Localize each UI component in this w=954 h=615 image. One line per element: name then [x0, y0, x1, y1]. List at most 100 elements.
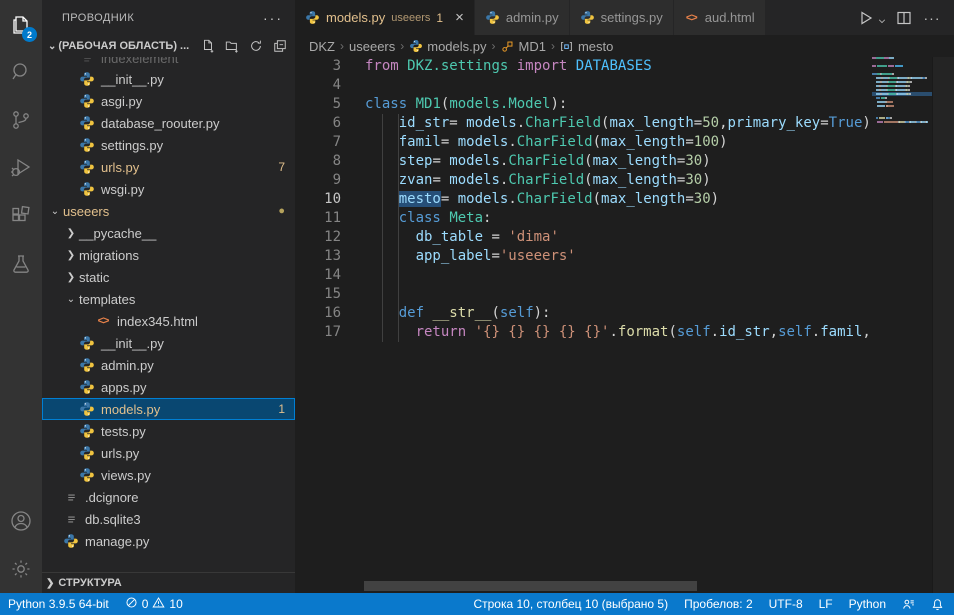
line-number: 15 [295, 285, 341, 304]
code-line-11[interactable]: 11 class Meta: [295, 209, 932, 228]
tree-item-wsgi-py[interactable]: wsgi.py [42, 178, 295, 200]
file-tree: indexelement __init__.py asgi.pydatabase_r… [42, 57, 295, 552]
tree-item-label: __init__.py [101, 72, 164, 87]
tree-folder--pycache-[interactable]: ❯__pycache__ [42, 222, 295, 244]
chevron-right-icon: ❯ [63, 228, 79, 239]
gear-icon [9, 557, 33, 581]
more-actions-button[interactable]: ··· [920, 6, 944, 30]
code-line-7[interactable]: 7 famil= models.CharField(max_length=100… [295, 133, 932, 152]
new-folder-icon[interactable] [225, 39, 239, 53]
code-line-3[interactable]: 3from DKZ.settings import DATABASES [295, 57, 932, 76]
tree-item-indexelement[interactable]: indexelement [42, 57, 295, 68]
tab-label: admin.py [506, 10, 559, 25]
code-line-8[interactable]: 8 step= models.CharField(max_length=30) [295, 152, 932, 171]
code-content[interactable]: 3from DKZ.settings import DATABASES45cla… [295, 57, 932, 342]
tab-aud-html[interactable]: <>aud.html [674, 0, 766, 35]
tree-item-settings-py[interactable]: settings.py [42, 134, 295, 156]
code-line-13[interactable]: 13 app_label='useeers' [295, 247, 932, 266]
breadcrumb-useeers[interactable]: useeers [349, 39, 395, 54]
tree-item-manage-py[interactable]: manage.py [42, 530, 295, 552]
activitybar-extensions[interactable] [0, 192, 42, 240]
tree-folder-templates[interactable]: ⌄templates [42, 288, 295, 310]
notifications-bell-icon[interactable] [931, 598, 944, 611]
explorer-more-actions-icon[interactable]: ··· [263, 10, 283, 26]
collapse-all-icon[interactable] [273, 39, 287, 53]
workspace-section-header[interactable]: ⌄ (РАБОЧАЯ ОБЛАСТЬ) ... [42, 35, 295, 57]
tree-item--init-py[interactable]: __init__.py [42, 68, 295, 90]
tree-item-apps-py[interactable]: apps.py [42, 376, 295, 398]
run-button[interactable] [854, 6, 878, 30]
activity-bar: 2 [0, 0, 42, 593]
breadcrumb-models-py[interactable]: models.py [409, 39, 486, 54]
indentation-status[interactable]: Пробелов: 2 [684, 597, 753, 611]
tree-item-asgi-py[interactable]: asgi.py [42, 90, 295, 112]
eol-status[interactable]: LF [819, 597, 833, 611]
close-icon[interactable]: × [455, 9, 464, 26]
activitybar-explorer[interactable]: 2 [0, 0, 42, 48]
problems-status[interactable]: 0 10 [125, 596, 183, 612]
run-dropdown-button[interactable] [876, 6, 888, 30]
code-editor[interactable]: 3from DKZ.settings import DATABASES45cla… [295, 57, 954, 593]
line-number: 7 [295, 133, 341, 152]
activitybar-account[interactable] [0, 497, 42, 545]
tree-folder-migrations[interactable]: ❯migrations [42, 244, 295, 266]
python-file-icon [79, 159, 95, 175]
horizontal-scrollbar[interactable] [364, 581, 697, 591]
tree-item-db-sqlite3[interactable]: db.sqlite3 [42, 508, 295, 530]
tree-folder-static[interactable]: ❯static [42, 266, 295, 288]
tree-item-views-py[interactable]: views.py [42, 464, 295, 486]
code-line-10[interactable]: 10 mesto= models.CharField(max_length=30… [295, 190, 932, 209]
tree-folder-useeers[interactable]: ⌄useeers● [42, 200, 295, 222]
tab-admin-py[interactable]: admin.py [475, 0, 570, 35]
split-editor-button[interactable] [892, 6, 916, 30]
language-mode-status[interactable]: Python [849, 597, 886, 611]
tree-item-models-py[interactable]: models.py1 [42, 398, 295, 420]
tree-item-urls-py[interactable]: urls.py7 [42, 156, 295, 178]
code-line-6[interactable]: 6 id_str= models.CharField(max_length=50… [295, 114, 932, 133]
outline-section-header[interactable]: ❯ СТРУКТУРА [42, 572, 295, 593]
new-file-icon[interactable] [201, 39, 215, 53]
vertical-scrollbar[interactable] [932, 57, 954, 593]
tree-item-index345-html[interactable]: <>index345.html [42, 310, 295, 332]
tree-item-urls-py[interactable]: urls.py [42, 442, 295, 464]
line-number: 9 [295, 171, 341, 190]
code-line-15[interactable]: 15 [295, 285, 932, 304]
activitybar-search[interactable] [0, 48, 42, 96]
code-line-16[interactable]: 16 def __str__(self): [295, 304, 932, 323]
tree-item-database-roouter-py[interactable]: database_roouter.py [42, 112, 295, 134]
code-line-5[interactable]: 5class MD1(models.Model): [295, 95, 932, 114]
encoding-status[interactable]: UTF-8 [769, 597, 803, 611]
activitybar-source-control[interactable] [0, 96, 42, 144]
tab-bar: models.pyuseeers1× admin.py settings.py<>a… [295, 0, 954, 35]
activitybar-badge: 2 [22, 27, 37, 42]
python-interpreter-status[interactable]: Python 3.9.5 64-bit [8, 597, 109, 611]
activitybar-testing[interactable] [0, 240, 42, 288]
tab-settings-py[interactable]: settings.py [570, 0, 674, 35]
code-line-17[interactable]: 17 return '{} {} {} {} {}'.format(self.i… [295, 323, 932, 342]
tree-item--dcignore[interactable]: .dcignore [42, 486, 295, 508]
breadcrumb-md1[interactable]: MD1 [501, 39, 546, 54]
tab-models-py[interactable]: models.pyuseeers1× [295, 0, 475, 35]
explorer-actions [201, 39, 287, 53]
cursor-position-status[interactable]: Строка 10, столбец 10 (выбрано 5) [473, 597, 668, 611]
split-icon [896, 10, 912, 26]
breadcrumb-dkz[interactable]: DKZ [309, 39, 335, 54]
tree-item--init-py[interactable]: __init__.py [42, 332, 295, 354]
python-file-icon [79, 379, 95, 395]
tree-item-label: useeers [63, 204, 109, 219]
python-file-icon [409, 39, 423, 53]
tree-item-tests-py[interactable]: tests.py [42, 420, 295, 442]
activitybar-run-debug[interactable] [0, 144, 42, 192]
refresh-icon[interactable] [249, 39, 263, 53]
code-line-14[interactable]: 14 [295, 266, 932, 285]
tree-item-admin-py[interactable]: admin.py [42, 354, 295, 376]
tree-item-badge: 7 [278, 160, 285, 174]
tree-item-label: db.sqlite3 [85, 512, 141, 527]
breadcrumb-mesto[interactable]: mesto [560, 39, 613, 54]
code-line-12[interactable]: 12 db_table = 'dima' [295, 228, 932, 247]
minimap[interactable] [872, 57, 932, 593]
feedback-icon[interactable] [902, 598, 915, 611]
code-line-9[interactable]: 9 zvan= models.CharField(max_length=30) [295, 171, 932, 190]
code-line-4[interactable]: 4 [295, 76, 932, 95]
activitybar-settings[interactable] [0, 545, 42, 593]
